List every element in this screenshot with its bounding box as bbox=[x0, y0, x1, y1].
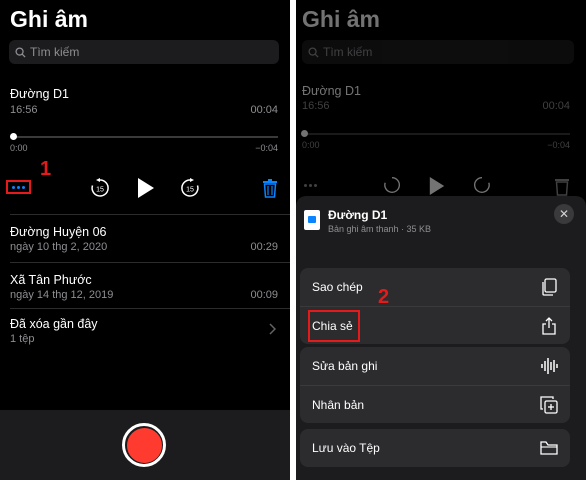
recently-deleted-folder[interactable]: Đã xóa gần đây bbox=[10, 317, 98, 331]
waveform-icon bbox=[541, 358, 558, 374]
step-number-1: 1 bbox=[40, 158, 52, 180]
recording-duration: 00:04 bbox=[542, 100, 570, 112]
recording-title[interactable]: Đường D1 bbox=[302, 84, 361, 98]
skip-back-seconds: 15 bbox=[96, 187, 104, 194]
step-number-2: 2 bbox=[378, 286, 390, 308]
menu-group: Lưu vào Tệp bbox=[300, 429, 570, 467]
remaining-time: −0:04 bbox=[255, 143, 278, 153]
recording-time: 16:56 bbox=[10, 104, 38, 116]
page-title: Ghi âm bbox=[10, 6, 88, 32]
trash-icon bbox=[263, 179, 277, 198]
search-icon bbox=[308, 46, 319, 58]
play-icon bbox=[138, 178, 154, 198]
sheet-title: Đường D1 bbox=[328, 208, 388, 222]
menu-item-label: Lưu vào Tệp bbox=[312, 441, 380, 455]
recording-duration: 00:09 bbox=[250, 289, 278, 301]
skip-forward-button[interactable]: 15 bbox=[179, 177, 201, 199]
menu-item-label: Sửa bản ghi bbox=[312, 359, 378, 373]
search-input[interactable]: Tìm kiếm bbox=[302, 40, 574, 64]
copy-menu-item[interactable]: Sao chép bbox=[300, 268, 570, 306]
skip-back-icon: 15 bbox=[91, 178, 109, 197]
recording-date: ngày 10 thg 2, 2020 bbox=[10, 241, 108, 253]
more-dot-icon bbox=[22, 185, 25, 189]
recording-duration: 00:29 bbox=[250, 241, 278, 253]
search-icon bbox=[15, 46, 26, 58]
more-options-button[interactable] bbox=[6, 180, 31, 194]
divider bbox=[10, 214, 290, 215]
skip-forward-seconds: 15 bbox=[186, 187, 194, 194]
left-screen: Ghi âm Tìm kiếm Đường D1 16:56 00:04 0:0… bbox=[0, 0, 290, 480]
search-placeholder: Tìm kiếm bbox=[323, 45, 373, 59]
search-placeholder: Tìm kiếm bbox=[30, 45, 80, 59]
remaining-time: −0:04 bbox=[547, 140, 570, 150]
delete-button[interactable] bbox=[262, 178, 278, 198]
playback-scrubber[interactable] bbox=[12, 136, 278, 138]
more-options-button[interactable] bbox=[304, 184, 317, 187]
elapsed-time: 0:00 bbox=[10, 143, 28, 153]
close-icon: ✕ bbox=[558, 207, 570, 221]
edit-recording-menu-item[interactable]: Sửa bản ghi bbox=[300, 347, 570, 385]
scrubber-handle[interactable] bbox=[301, 130, 308, 137]
page-title: Ghi âm bbox=[302, 6, 380, 32]
recording-duration: 00:04 bbox=[250, 104, 278, 116]
right-screen: Ghi âm Tìm kiếm Đường D1 16:56 00:04 0:0… bbox=[296, 0, 586, 480]
more-dot-icon bbox=[309, 184, 312, 187]
menu-group: Sao chép Chia sẻ bbox=[300, 268, 570, 344]
recording-date: ngày 14 thg 12, 2019 bbox=[10, 289, 114, 301]
menu-item-label: Nhân bản bbox=[312, 397, 365, 412]
skip-forward-icon: 15 bbox=[181, 178, 199, 197]
recording-title[interactable]: Đường D1 bbox=[10, 87, 69, 101]
copy-icon bbox=[542, 278, 557, 296]
record-bar bbox=[0, 410, 290, 480]
duplicate-icon bbox=[540, 396, 558, 414]
divider bbox=[10, 308, 290, 309]
chevron-right-icon bbox=[269, 322, 277, 340]
menu-group: Sửa bản ghi Nhân bản bbox=[300, 347, 570, 423]
sheet-subtitle: Bản ghi âm thanh · 35 KB bbox=[328, 224, 432, 234]
recording-time: 16:56 bbox=[302, 100, 330, 112]
share-icon bbox=[542, 317, 556, 335]
more-dot-icon bbox=[12, 185, 15, 189]
folder-icon bbox=[540, 441, 558, 455]
elapsed-time: 0:00 bbox=[302, 140, 320, 150]
record-icon bbox=[126, 427, 162, 463]
more-dot-icon bbox=[304, 184, 307, 187]
menu-item-label: Sao chép bbox=[312, 280, 363, 294]
close-button[interactable]: ✕ bbox=[554, 204, 574, 224]
step-2-highlight bbox=[308, 310, 360, 342]
save-to-files-menu-item[interactable]: Lưu vào Tệp bbox=[300, 429, 570, 467]
recording-title[interactable]: Đường Huyện 06 bbox=[10, 225, 106, 239]
more-dot-icon bbox=[17, 185, 20, 189]
recently-deleted-count: 1 tệp bbox=[10, 333, 35, 345]
play-button[interactable] bbox=[136, 177, 156, 199]
audio-file-icon bbox=[304, 210, 320, 230]
share-sheet: Đường D1 Bản ghi âm thanh · 35 KB ✕ Sao … bbox=[296, 196, 586, 480]
scrubber-handle[interactable] bbox=[10, 133, 17, 140]
search-input[interactable]: Tìm kiếm bbox=[9, 40, 279, 64]
duplicate-menu-item[interactable]: Nhân bản bbox=[300, 385, 570, 423]
record-button[interactable] bbox=[122, 423, 166, 467]
more-dot-icon bbox=[314, 184, 317, 187]
recording-title[interactable]: Xã Tân Phước bbox=[10, 273, 92, 287]
skip-back-button[interactable]: 15 bbox=[89, 177, 111, 199]
share-menu-item[interactable]: Chia sẻ bbox=[300, 306, 570, 344]
divider bbox=[10, 262, 290, 263]
playback-scrubber[interactable] bbox=[304, 133, 570, 135]
